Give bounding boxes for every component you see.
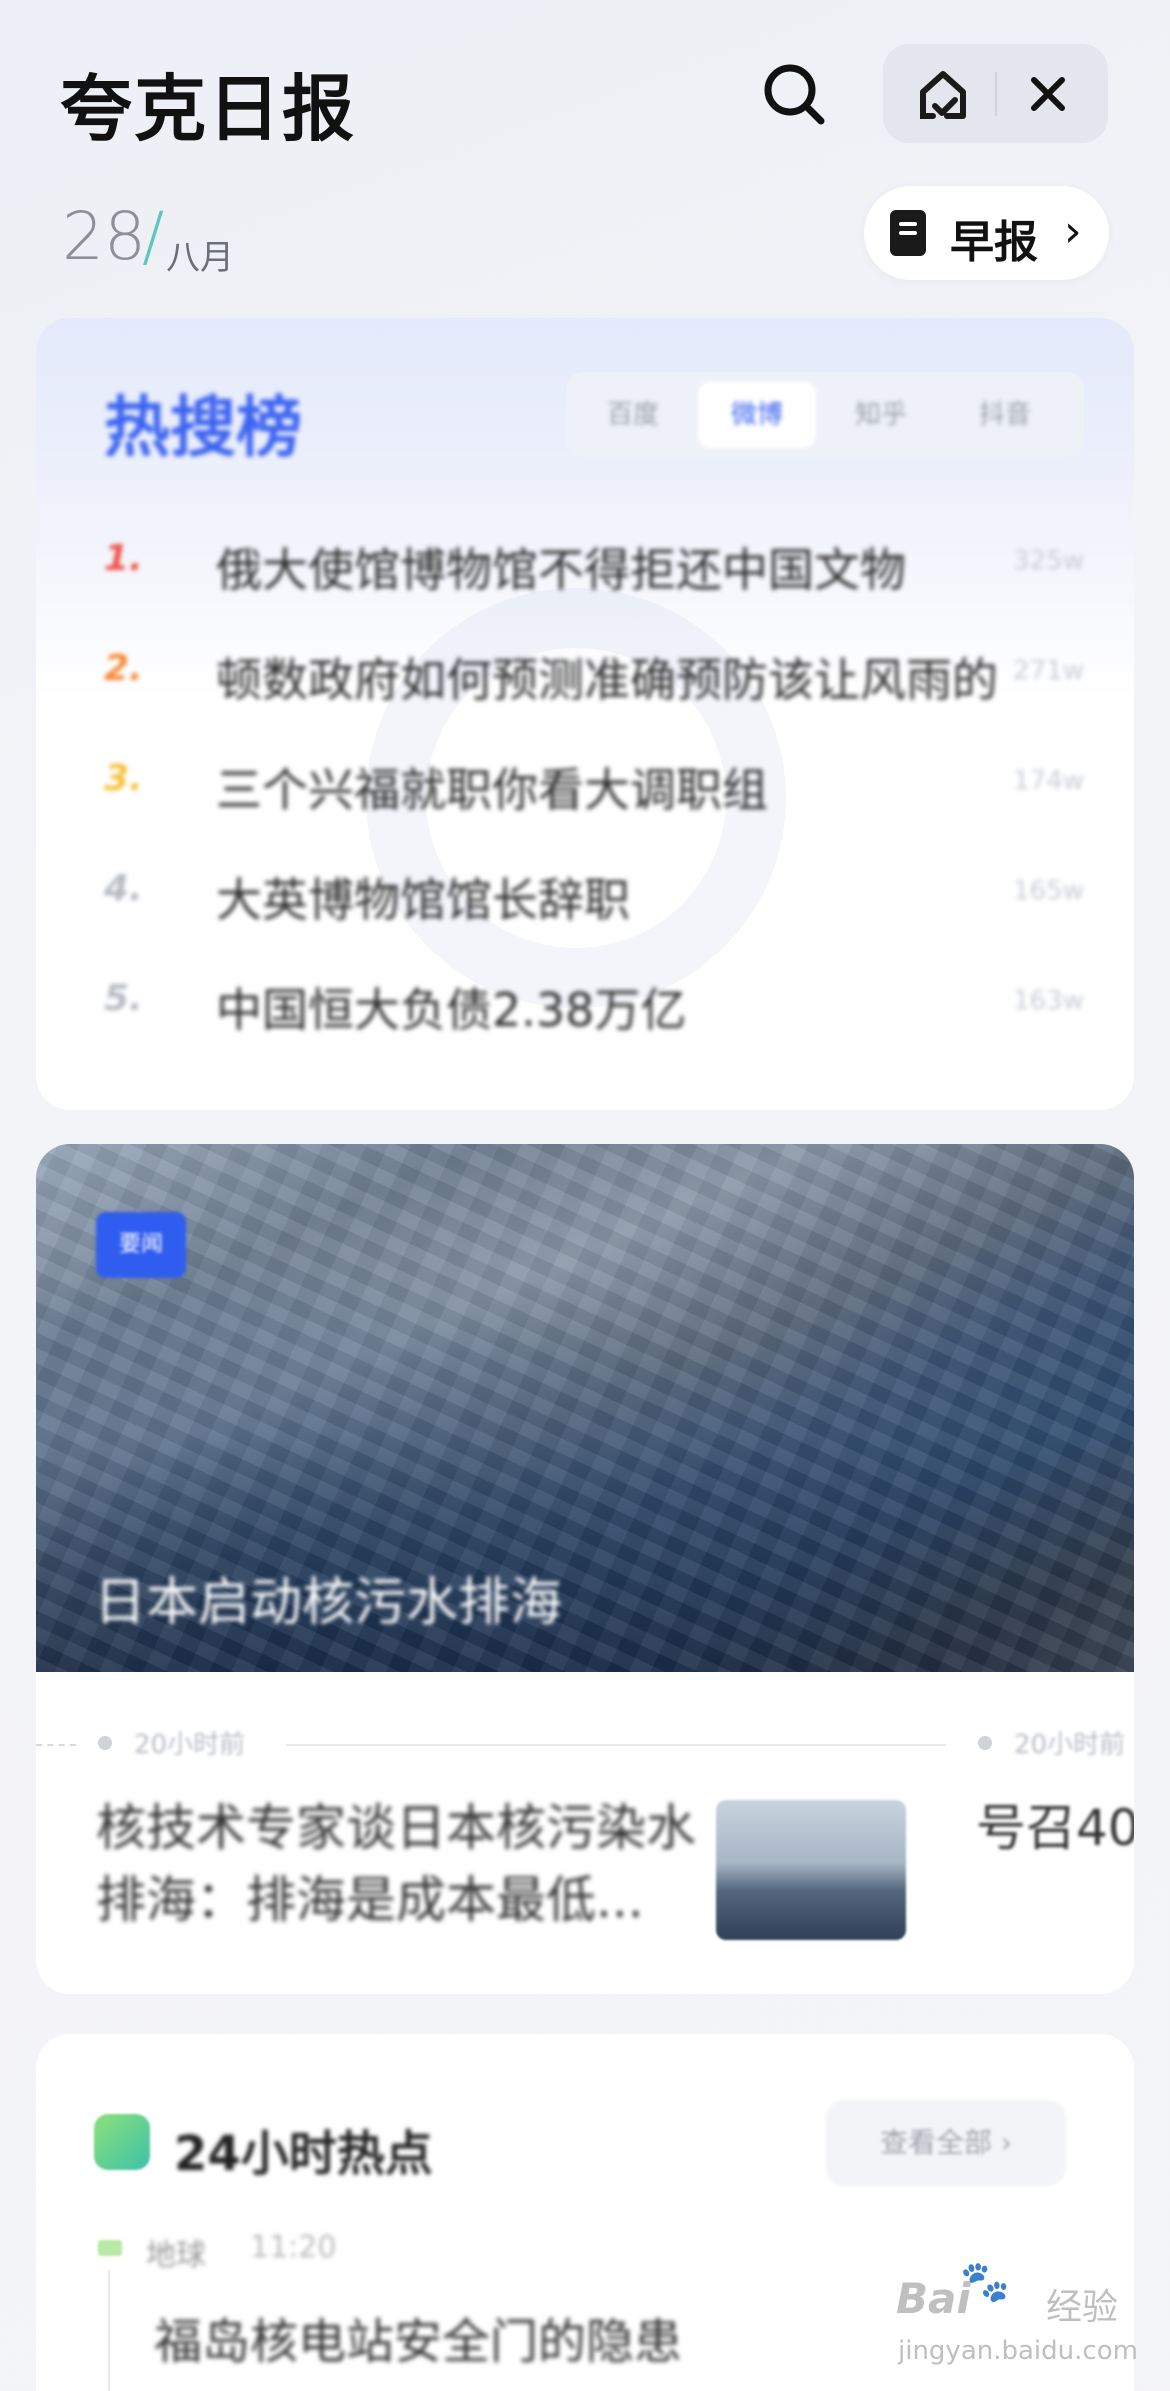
hot-search-item[interactable]: 1. 俄大使馆博物馆不得拒还中国文物 325w bbox=[104, 528, 1084, 608]
article-title[interactable]: 核技术专家谈日本核污染水排海：排海是成本最低... bbox=[96, 1792, 736, 1936]
rank-number: 5. bbox=[104, 978, 143, 1019]
hot-search-item-title: 俄大使馆博物馆不得拒还中国文物 bbox=[216, 543, 906, 597]
news-card: 要闻 日本启动核污水排海 20小时前 20小时前 核技术专家谈日本核污染水排海：… bbox=[36, 1144, 1134, 1994]
search-icon bbox=[764, 64, 825, 125]
document-icon bbox=[890, 210, 926, 256]
hot-search-item[interactable]: 5. 中国恒大负债2.38万亿 163w bbox=[104, 968, 1084, 1048]
morning-report-label: 早报 bbox=[950, 217, 1038, 268]
hot-search-item-heat: 325w bbox=[1013, 546, 1084, 576]
timeline-dot bbox=[98, 1736, 112, 1750]
source-icon bbox=[98, 2240, 122, 2256]
timeline-dot bbox=[978, 1736, 992, 1750]
paw-icon: 🐾 bbox=[960, 2259, 1010, 2305]
article-title[interactable]: 号召40... bbox=[976, 1792, 1134, 1864]
hot-search-title: 热搜榜 bbox=[104, 389, 302, 466]
watermark-jingyan: 经验 bbox=[1046, 2287, 1119, 2328]
hot-search-item-heat: 165w bbox=[1013, 876, 1084, 906]
hot-search-item-title: 顿数政府如何预测准确预防该让风雨的 bbox=[216, 653, 998, 707]
tab-weibo[interactable]: 微博 bbox=[698, 382, 816, 448]
hot-search-item-heat: 271w bbox=[1013, 656, 1084, 686]
timeline-dash bbox=[36, 1744, 76, 1746]
date-slash: / bbox=[142, 198, 165, 275]
window-capsule bbox=[883, 44, 1108, 143]
hot24-time: 11:20 bbox=[250, 2230, 337, 2265]
baidu-jingyan-watermark: Bai 🐾 经验 jingyan.baidu.com bbox=[896, 2254, 1146, 2374]
view-all-button[interactable]: 查看全部 › bbox=[826, 2100, 1066, 2186]
hot24-title: 24小时热点 bbox=[174, 2126, 433, 2182]
date-month: 八月 bbox=[166, 238, 234, 278]
capsule-divider bbox=[995, 72, 997, 116]
search-button[interactable] bbox=[755, 55, 835, 135]
tab-baidu[interactable]: 百度 bbox=[574, 382, 692, 448]
watermark-url: jingyan.baidu.com bbox=[898, 2336, 1138, 2366]
hot-search-item-heat: 163w bbox=[1013, 986, 1084, 1016]
app-title: 夸克日报 bbox=[60, 67, 357, 151]
hot-search-item-heat: 174w bbox=[1013, 766, 1084, 796]
hero-headline[interactable]: 日本启动核污水排海 bbox=[94, 1560, 562, 1635]
tab-douyin[interactable]: 抖音 bbox=[946, 382, 1064, 448]
hot24-timeline bbox=[108, 2270, 110, 2391]
hot-search-tabs: 百度 微博 知乎 抖音 bbox=[566, 372, 1084, 458]
article-thumbnail[interactable] bbox=[716, 1800, 906, 1940]
hot-search-item[interactable]: 4. 大英博物馆馆长辞职 165w bbox=[104, 858, 1084, 938]
tab-zhihu[interactable]: 知乎 bbox=[822, 382, 940, 448]
timeline-time: 20小时前 bbox=[134, 1730, 246, 1760]
rank-number: 4. bbox=[104, 868, 143, 909]
hot-search-item-title: 中国恒大负债2.38万亿 bbox=[216, 983, 687, 1037]
close-button[interactable] bbox=[1008, 62, 1088, 126]
news-hero-image[interactable]: 要闻 日本启动核污水排海 bbox=[36, 1144, 1134, 1672]
home-button[interactable] bbox=[903, 62, 983, 126]
date-day: 28 bbox=[62, 198, 146, 275]
rank-number: 3. bbox=[104, 758, 143, 799]
rank-number: 2. bbox=[104, 648, 143, 689]
home-check-icon bbox=[920, 71, 966, 119]
morning-report-button[interactable]: 早报 › bbox=[864, 186, 1109, 280]
leaf-icon bbox=[94, 2114, 150, 2170]
timeline-line bbox=[286, 1744, 946, 1746]
chevron-right-icon: › bbox=[1064, 206, 1082, 257]
hot-search-item-title: 三个兴福就职你看大调职组 bbox=[216, 763, 768, 817]
close-icon bbox=[1031, 77, 1065, 111]
timeline-time: 20小时前 bbox=[1014, 1730, 1126, 1760]
hot-search-item[interactable]: 3. 三个兴福就职你看大调职组 174w bbox=[104, 748, 1084, 828]
rank-number: 1. bbox=[104, 538, 143, 579]
hot-search-item[interactable]: 2. 顿数政府如何预测准确预防该让风雨的 271w bbox=[104, 638, 1084, 718]
hot-search-item-title: 大英博物馆馆长辞职 bbox=[216, 873, 630, 927]
hot24-item-title[interactable]: 福岛核电站安全门的隐患 bbox=[154, 2302, 682, 2372]
news-badge: 要闻 bbox=[96, 1212, 186, 1278]
hot-search-card: 热搜榜 百度 微博 知乎 抖音 1. 俄大使馆博物馆不得拒还中国文物 325w … bbox=[36, 318, 1134, 1110]
hot24-source: 地球 bbox=[146, 2238, 206, 2273]
